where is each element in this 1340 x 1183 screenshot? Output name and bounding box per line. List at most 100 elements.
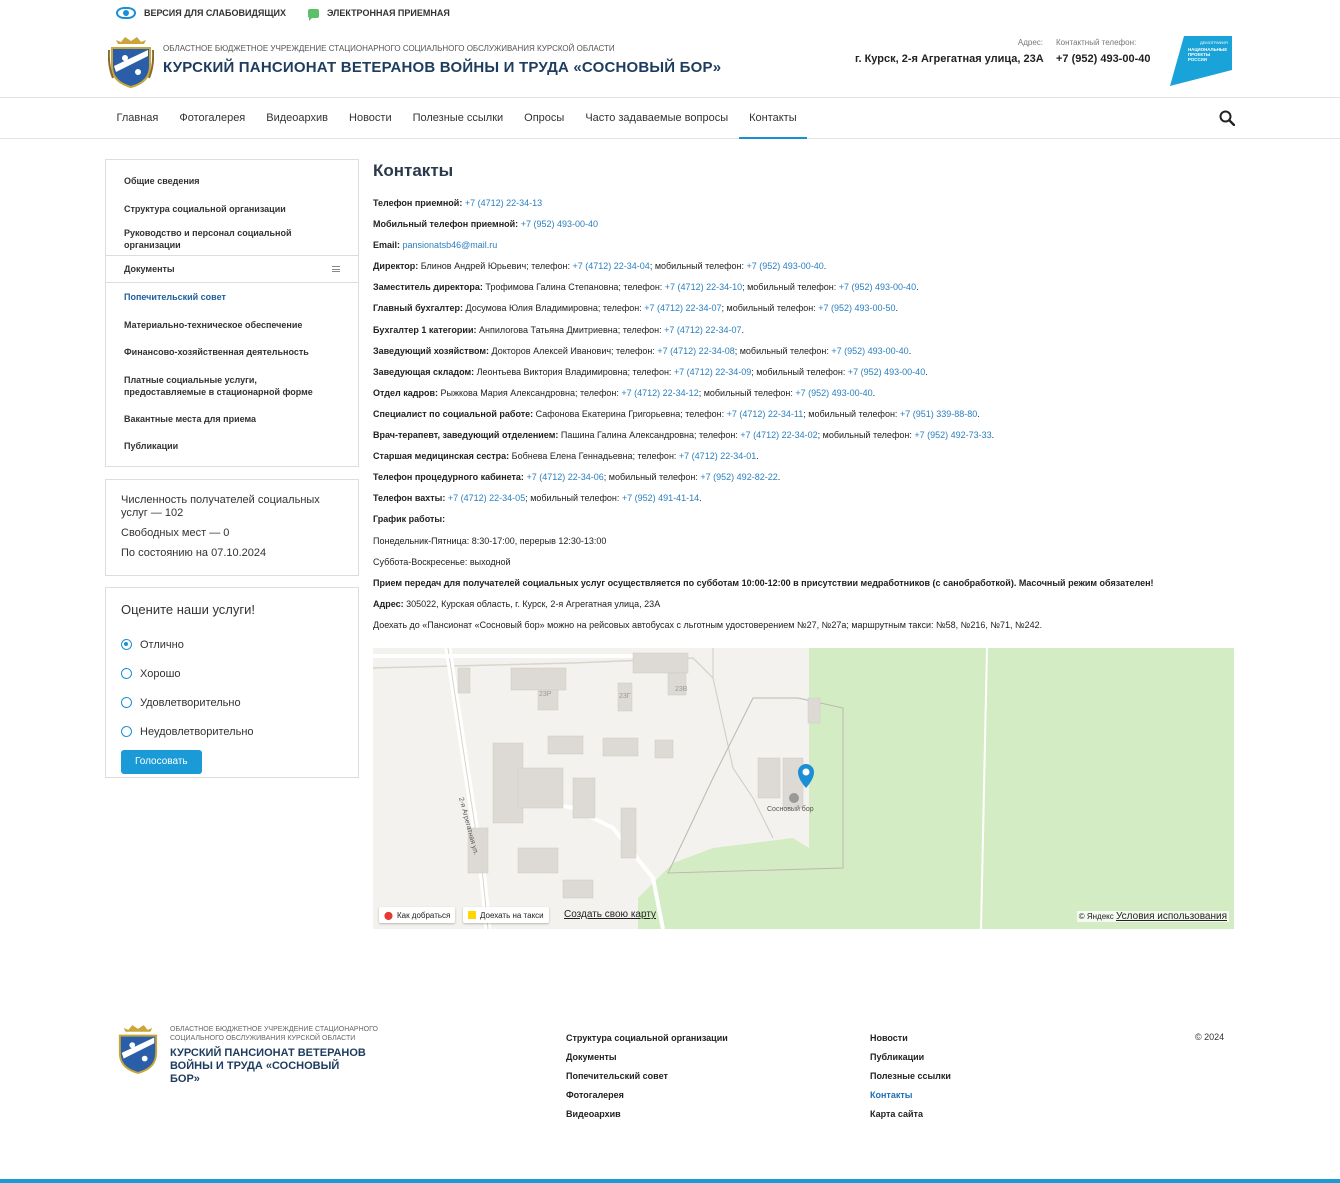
- poll-option-1[interactable]: Хорошо: [121, 659, 343, 688]
- footer-link-col1-2[interactable]: Попечительский совет: [566, 1070, 728, 1089]
- free-places: Свободных мест — 0: [121, 527, 230, 539]
- sidebar-item-9[interactable]: Публикации: [106, 432, 358, 459]
- contact-label: Отдел кадров:: [373, 387, 438, 398]
- footer-link-col1-3[interactable]: Фотогалерея: [566, 1089, 728, 1108]
- contact-link[interactable]: +7 (4712) 22-34-06: [526, 472, 603, 482]
- phone-value[interactable]: +7 (952) 493-00-40: [1056, 53, 1156, 65]
- sidebar-item-7[interactable]: Платные социальные услуги, предоставляем…: [106, 366, 358, 405]
- contact-link[interactable]: +7 (4712) 22-34-10: [665, 282, 742, 292]
- yandex-copyright: © Яндекс: [1078, 912, 1114, 921]
- footer-link-col1-4[interactable]: Видеоархив: [566, 1108, 728, 1127]
- chat-icon: [307, 8, 319, 21]
- nav-item-0[interactable]: Главная: [106, 98, 169, 138]
- menu-burger-icon[interactable]: [332, 266, 340, 272]
- contact-link[interactable]: +7 (4712) 22-34-01: [679, 451, 756, 461]
- contact-link[interactable]: +7 (4712) 22-34-12: [621, 388, 698, 398]
- contact-link[interactable]: +7 (4712) 22-34-02: [740, 430, 817, 440]
- contact-link[interactable]: +7 (952) 492-82-22: [700, 472, 777, 482]
- footer-link-col2-2[interactable]: Полезные ссылки: [870, 1070, 951, 1089]
- contact-line-0: Телефон приемной: +7 (4712) 22-34-13: [373, 197, 1235, 218]
- taxi-icon: [468, 911, 476, 919]
- nav-item-6[interactable]: Часто задаваемые вопросы: [575, 98, 739, 138]
- search-icon[interactable]: [1219, 110, 1235, 126]
- sidebar-item-label: Вакантные места для приема: [124, 413, 257, 424]
- coat-of-arms-logo[interactable]: [108, 36, 154, 88]
- contact-link[interactable]: +7 (4712) 22-34-08: [657, 346, 734, 356]
- contact-link[interactable]: +7 (952) 492-73-33: [914, 430, 991, 440]
- map-canvas[interactable]: 23Р 23Г 23В 2-я Агрегатная ул. Сосновый …: [373, 648, 1234, 929]
- sidebar-item-6[interactable]: Финансово-хозяйственная деятельность: [106, 338, 358, 366]
- sidebar-item-2[interactable]: Руководство и персонал социальной органи…: [106, 222, 358, 255]
- contact-link[interactable]: +7 (4712) 22-34-13: [465, 198, 542, 208]
- contact-text: .: [908, 345, 912, 356]
- nav-item-4[interactable]: Полезные ссылки: [402, 98, 514, 138]
- sidebar-item-label: Финансово-хозяйственная деятельность: [124, 347, 309, 357]
- nav-item-5[interactable]: Опросы: [514, 98, 575, 138]
- contact-text: Понедельник-Пятница: 8:30-17:00, перерыв…: [373, 535, 607, 546]
- contact-link[interactable]: pansionatsb46@mail.ru: [403, 240, 498, 250]
- radio-button[interactable]: [121, 639, 132, 650]
- phone-label: Контактный телефон:: [1056, 38, 1137, 47]
- nav-item-2[interactable]: Видеоархив: [256, 98, 339, 138]
- taxi-button[interactable]: Доехать на такси: [463, 907, 549, 923]
- contact-link[interactable]: +7 (952) 493-00-40: [795, 388, 872, 398]
- map-place-label: Сосновый бор: [767, 805, 814, 813]
- footer-link-col1-1[interactable]: Документы: [566, 1051, 728, 1070]
- contact-link[interactable]: +7 (4712) 22-34-07: [644, 303, 721, 313]
- contact-link[interactable]: +7 (4712) 22-34-11: [727, 409, 804, 419]
- contact-line-20: Доехать до «Пансионат «Сосновый бор» мож…: [373, 619, 1235, 640]
- low-vision-link[interactable]: ВЕРСИЯ ДЛЯ СЛАБОВИДЯЩИХ: [116, 7, 286, 19]
- nav-item-3[interactable]: Новости: [339, 98, 403, 138]
- sidebar-item-4[interactable]: Попечительский совет: [106, 283, 358, 311]
- create-map-link[interactable]: Создать свою карту: [564, 909, 656, 920]
- contact-link[interactable]: +7 (4712) 22-34-07: [664, 325, 741, 335]
- radio-button[interactable]: [121, 668, 132, 679]
- footer-link-col1-0[interactable]: Структура социальной организации: [566, 1032, 728, 1051]
- poll-option-2[interactable]: Удовлетворительно: [121, 688, 343, 717]
- contact-link[interactable]: +7 (951) 339-88-80: [900, 409, 977, 419]
- footer-link-col2-0[interactable]: Новости: [870, 1032, 951, 1051]
- contact-link[interactable]: +7 (4712) 22-34-04: [573, 261, 650, 271]
- route-button[interactable]: ⬤ Как добраться: [379, 907, 456, 923]
- sidebar-item-0[interactable]: Общие сведения: [106, 167, 358, 195]
- vote-button[interactable]: Голосовать: [121, 750, 202, 774]
- contact-text: .: [977, 408, 980, 419]
- e-reception-link[interactable]: ЭЛЕКТРОННАЯ ПРИЕМНАЯ: [307, 8, 450, 21]
- radio-button[interactable]: [121, 726, 132, 737]
- org-title[interactable]: КУРСКИЙ ПАНСИОНАТ ВЕТЕРАНОВ ВОЙНЫ И ТРУД…: [163, 59, 721, 76]
- contact-link[interactable]: +7 (952) 493-00-40: [839, 282, 916, 292]
- sidebar-item-5[interactable]: Материально-техническое обеспечение: [106, 311, 358, 338]
- yandex-map[interactable]: 23Р 23Г 23В 2-я Агрегатная ул. Сосновый …: [373, 648, 1234, 929]
- low-vision-label: ВЕРСИЯ ДЛЯ СЛАБОВИДЯЩИХ: [144, 8, 286, 18]
- contact-link[interactable]: +7 (952) 493-00-40: [848, 367, 925, 377]
- contact-link[interactable]: +7 (952) 493-00-50: [818, 303, 895, 313]
- contact-link[interactable]: +7 (4712) 22-34-09: [674, 367, 751, 377]
- eye-icon: [116, 7, 136, 19]
- contact-link[interactable]: +7 (952) 493-00-40: [831, 346, 908, 356]
- contacts-content: Телефон приемной: +7 (4712) 22-34-13 Моби…: [373, 197, 1235, 640]
- page-title: Контакты: [373, 161, 454, 180]
- footer-link-col2-4[interactable]: Карта сайта: [870, 1108, 951, 1127]
- poll-option-0[interactable]: Отлично: [121, 630, 343, 659]
- footer-link-col2-3[interactable]: Контакты: [870, 1089, 951, 1108]
- national-projects-logo[interactable]: ДЕМОГРАФИЯ НАЦИОНАЛЬНЫЕ ПРОЕКТЫ РОССИИ: [1170, 36, 1232, 86]
- footer-coat-of-arms-logo[interactable]: [116, 1023, 160, 1075]
- nav-items: Главная Фотогалерея Видеоархив Новости Полез…: [106, 98, 808, 139]
- contact-link[interactable]: +7 (4712) 22-34-05: [448, 493, 525, 503]
- nav-item-1[interactable]: Фотогалерея: [169, 98, 256, 138]
- contact-link[interactable]: +7 (952) 493-00-40: [521, 219, 598, 229]
- poll-title: Оцените наши услуги!: [121, 602, 255, 617]
- footer-link-col2-1[interactable]: Публикации: [870, 1051, 951, 1070]
- contact-label: Специалист по социальной работе:: [373, 408, 534, 419]
- sidebar-item-8[interactable]: Вакантные места для приема: [106, 405, 358, 432]
- contact-link[interactable]: +7 (952) 491-41-14: [622, 493, 699, 503]
- poll-option-3[interactable]: Неудовлетворительно: [121, 717, 343, 746]
- contact-link[interactable]: +7 (952) 493-00-40: [746, 261, 823, 271]
- sidebar-item-3[interactable]: Документы: [106, 255, 358, 283]
- contact-text: ; мобильный телефон:: [525, 493, 622, 504]
- nav-item-7[interactable]: Контакты: [738, 98, 808, 139]
- sidebar-item-1[interactable]: Структура социальной организации: [106, 195, 358, 222]
- terms-link[interactable]: Условия использования: [1116, 911, 1227, 922]
- radio-button[interactable]: [121, 697, 132, 708]
- map-label-23v: 23В: [675, 686, 688, 693]
